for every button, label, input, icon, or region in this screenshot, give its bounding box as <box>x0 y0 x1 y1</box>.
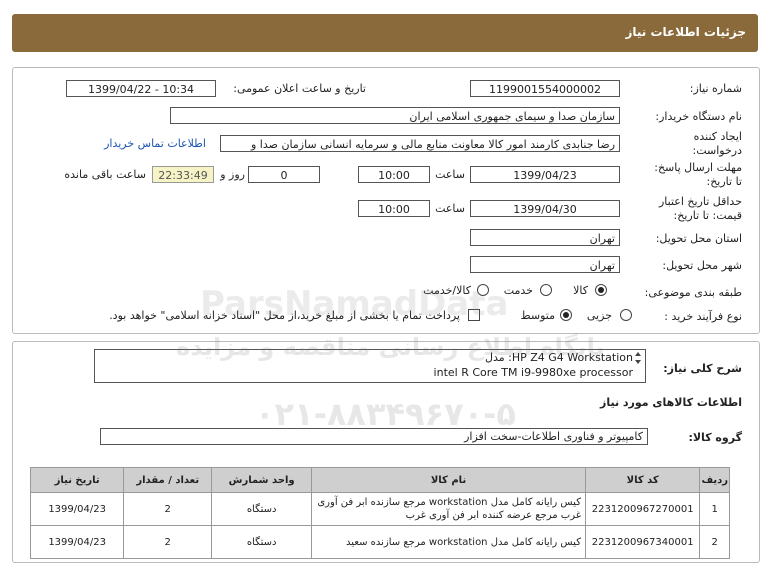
city-field[interactable]: تهران <box>470 256 620 273</box>
validity-time-field[interactable]: 10:00 <box>358 200 430 217</box>
province-field[interactable]: تهران <box>470 229 620 246</box>
deadline-date-field[interactable]: 1399/04/23 <box>470 166 620 183</box>
row-name: کیس رایانه کامل مدل workstation مرجع ساز… <box>311 525 586 559</box>
category-label: طبقه بندی موضوعی: <box>644 286 742 299</box>
validity-label-line2: قیمت: تا تاریخ: <box>673 209 742 222</box>
buyer-label: نام دستگاه خریدار: <box>655 110 742 123</box>
city-label: شهر محل تحویل: <box>662 259 742 272</box>
row-index: 1 <box>699 492 730 526</box>
watermark-phone: ۰۲۱-۸۸۳۴۹۶۷۰-۵ <box>255 395 516 433</box>
page-header: جزئیات اطلاعات نیاز <box>12 14 758 52</box>
time-remaining-timer: 22:33:49 <box>152 166 214 183</box>
deadline-label-line2: تا تاریخ: <box>706 175 742 188</box>
goods-group-label: گروه کالا: <box>688 431 742 444</box>
col-index: ردیف <box>699 467 730 493</box>
need-number-label: شماره نیاز: <box>689 82 742 95</box>
province-label: استان محل تحویل: <box>655 232 742 245</box>
col-qty: تعداد / مقدار <box>123 467 213 493</box>
goods-table: ردیف کد کالا نام کالا واحد شمارش تعداد /… <box>29 467 730 559</box>
col-date: تاریخ نیاز <box>29 467 125 493</box>
row-index: 2 <box>699 525 730 559</box>
buyer-contact-link[interactable]: اطلاعات تماس خریدار <box>104 137 206 150</box>
col-name: نام کالا <box>311 467 586 493</box>
validity-label-line1: حداقل تاریخ اعتبار <box>658 195 742 208</box>
process-medium-label: متوسط <box>520 309 555 322</box>
process-medium-radio[interactable] <box>560 309 572 321</box>
summary-label: شرح کلی نیاز: <box>663 362 742 375</box>
deadline-time-label: ساعت <box>435 168 465 181</box>
goods-table-header: ردیف کد کالا نام کالا واحد شمارش تعداد /… <box>29 467 730 493</box>
validity-date-field[interactable]: 1399/04/30 <box>470 200 620 217</box>
watermark-tagline: پایگاه اطلاع رسانی مناقصه و مزایده <box>176 333 605 361</box>
days-label: روز و <box>220 168 245 181</box>
row-qty: 2 <box>123 525 213 559</box>
row-unit: دستگاه <box>211 525 313 559</box>
process-partial-label: جزیی <box>586 309 612 322</box>
creator-label-line1: ایجاد کننده <box>693 130 742 143</box>
table-row[interactable]: 2 2231200967340001 کیس رایانه کامل مدل w… <box>29 525 730 559</box>
validity-time-label: ساعت <box>435 202 465 215</box>
watermark-brand: ParsNamadData <box>200 284 509 324</box>
summary-scroll-arrows-icon[interactable] <box>632 350 644 382</box>
days-remaining-field[interactable]: 0 <box>248 166 320 183</box>
announce-label: تاریخ و ساعت اعلان عمومی: <box>233 82 366 95</box>
deadline-label-line1: مهلت ارسال پاسخ: <box>654 161 742 174</box>
row-code: 2231200967270001 <box>584 492 701 526</box>
deadline-time-field[interactable]: 10:00 <box>358 166 430 183</box>
summary-line-2: intel R Core TM i9-9980xe processor <box>433 366 633 379</box>
row-date: 1399/04/23 <box>29 492 125 526</box>
row-name: کیس رایانه کامل مدل workstation مرجع ساز… <box>311 492 586 526</box>
category-service-radio[interactable] <box>540 284 552 296</box>
row-date: 1399/04/23 <box>29 525 125 559</box>
process-partial-radio[interactable] <box>620 309 632 321</box>
remaining-label: ساعت باقی مانده <box>64 168 146 181</box>
page-title: جزئیات اطلاعات نیاز <box>625 25 746 39</box>
announce-field[interactable]: 1399/04/22 - 10:34 <box>66 80 216 97</box>
need-number-field[interactable]: 1199001554000002 <box>470 80 620 97</box>
row-unit: دستگاه <box>211 492 313 526</box>
table-row[interactable]: 1 2231200967270001 کیس رایانه کامل مدل w… <box>29 492 730 526</box>
col-code: کد کالا <box>584 467 701 493</box>
creator-field[interactable]: رضا جنابدی کارمند امور کالا معاونت منابع… <box>220 135 620 152</box>
goods-section-title: اطلاعات کالاهای مورد نیاز <box>600 396 742 409</box>
row-qty: 2 <box>123 492 213 526</box>
col-unit: واحد شمارش <box>211 467 313 493</box>
creator-label-line2: درخواست: <box>692 144 742 157</box>
category-goods-radio[interactable] <box>595 284 607 296</box>
category-goods-label: کالا <box>573 284 588 297</box>
process-label: نوع فرآیند خرید : <box>664 310 742 323</box>
row-code: 2231200967340001 <box>584 525 701 559</box>
buyer-field[interactable]: سازمان صدا و سیمای جمهوری اسلامی ایران <box>170 107 620 124</box>
